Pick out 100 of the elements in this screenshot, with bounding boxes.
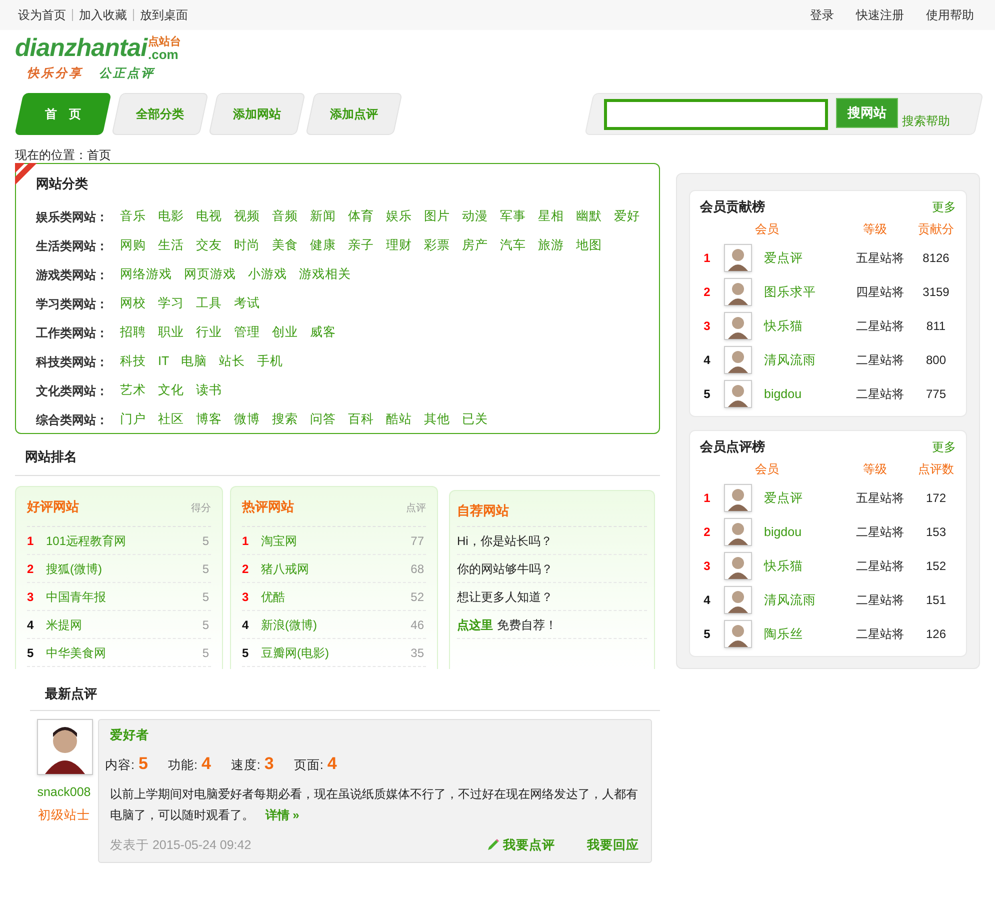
- top-link[interactable]: 登录: [810, 6, 834, 24]
- category-link[interactable]: 文化: [158, 381, 184, 400]
- category-link[interactable]: 读书: [196, 381, 222, 400]
- member-link[interactable]: 爱点评: [764, 488, 856, 508]
- category-link[interactable]: 美食: [272, 236, 298, 255]
- category-link[interactable]: 创业: [272, 323, 298, 342]
- category-link[interactable]: 行业: [196, 323, 222, 342]
- category-link[interactable]: 时尚: [234, 236, 260, 255]
- site-link[interactable]: 优酷: [261, 588, 411, 606]
- site-link[interactable]: 中国青年报: [46, 588, 202, 606]
- member-link[interactable]: 清风流雨: [764, 350, 856, 370]
- site-link[interactable]: 猪八戒网: [261, 560, 411, 578]
- member-link[interactable]: 清风流雨: [764, 590, 856, 610]
- site-link[interactable]: 搜狐(微博): [46, 560, 202, 578]
- category-link[interactable]: 视频: [234, 207, 260, 226]
- top-link[interactable]: 加入收藏: [79, 6, 127, 24]
- more-link[interactable]: 更多: [932, 438, 956, 456]
- member-link[interactable]: bigdou: [764, 522, 856, 542]
- category-link[interactable]: 生活: [158, 236, 184, 255]
- category-link[interactable]: IT: [158, 352, 170, 371]
- details-link[interactable]: 详情 »: [265, 808, 300, 822]
- member-link[interactable]: 快乐猫: [764, 316, 856, 336]
- category-link[interactable]: 星相: [538, 207, 564, 226]
- category-link[interactable]: 地图: [576, 236, 602, 255]
- category-link[interactable]: 已关: [462, 410, 488, 429]
- category-link[interactable]: 军事: [500, 207, 526, 226]
- member-link[interactable]: bigdou: [764, 384, 856, 404]
- site-link[interactable]: 中华美食网: [46, 644, 202, 662]
- category-link[interactable]: 健康: [310, 236, 336, 255]
- category-link[interactable]: 网校: [120, 294, 146, 313]
- category-link[interactable]: 微博: [234, 410, 260, 429]
- top-link[interactable]: 快速注册: [856, 6, 904, 24]
- category-link[interactable]: 搜索: [272, 410, 298, 429]
- category-link[interactable]: 新闻: [310, 207, 336, 226]
- category-link[interactable]: 博客: [196, 410, 222, 429]
- top-link[interactable]: 放到桌面: [140, 6, 188, 24]
- category-link[interactable]: 科技: [120, 352, 146, 371]
- self-recommend-link[interactable]: 点这里: [457, 616, 493, 634]
- category-link[interactable]: 小游戏: [248, 265, 287, 284]
- category-link[interactable]: 汽车: [500, 236, 526, 255]
- category-link[interactable]: 交友: [196, 236, 222, 255]
- category-link[interactable]: 理财: [386, 236, 412, 255]
- more-link[interactable]: 更多: [932, 198, 956, 216]
- category-link[interactable]: 其他: [424, 410, 450, 429]
- category-link[interactable]: 电视: [196, 207, 222, 226]
- category-link[interactable]: 动漫: [462, 207, 488, 226]
- nav-tab[interactable]: 添加点评: [306, 93, 402, 135]
- category-link[interactable]: 站长: [219, 352, 246, 371]
- category-link[interactable]: 亲子: [348, 236, 374, 255]
- category-link[interactable]: 音频: [272, 207, 298, 226]
- category-link[interactable]: 电脑: [181, 352, 208, 371]
- category-link[interactable]: 网络游戏: [120, 265, 172, 284]
- review-action-link[interactable]: 我要回应: [587, 836, 639, 855]
- nav-tab[interactable]: 添加网站: [208, 93, 306, 135]
- category-link[interactable]: 彩票: [424, 236, 450, 255]
- member-link[interactable]: 爱点评: [764, 248, 856, 268]
- category-link[interactable]: 学习: [158, 294, 184, 313]
- site-link[interactable]: 新浪(微博): [261, 616, 411, 634]
- category-link[interactable]: 旅游: [538, 236, 564, 255]
- category-link[interactable]: 社区: [158, 410, 184, 429]
- category-link[interactable]: 问答: [310, 410, 336, 429]
- search-help-link[interactable]: 搜索帮助: [902, 112, 950, 130]
- category-link[interactable]: 威客: [310, 323, 336, 342]
- category-link[interactable]: 爱好: [614, 207, 640, 226]
- site-link[interactable]: 101远程教育网: [46, 532, 202, 550]
- member-link[interactable]: 图乐求平: [764, 282, 856, 302]
- category-link[interactable]: 艺术: [120, 381, 146, 400]
- category-link[interactable]: 房产: [462, 236, 488, 255]
- top-link[interactable]: 使用帮助: [926, 6, 974, 24]
- category-link[interactable]: 网购: [120, 236, 146, 255]
- search-field[interactable]: [604, 98, 828, 130]
- category-link[interactable]: 百科: [348, 410, 374, 429]
- site-link[interactable]: 爱好者: [110, 728, 149, 742]
- category-link[interactable]: 管理: [234, 323, 260, 342]
- nav-tab[interactable]: 首 页: [14, 93, 112, 135]
- category-link[interactable]: 酷站: [386, 410, 412, 429]
- category-link[interactable]: 门户: [120, 410, 146, 429]
- site-link[interactable]: 豆瓣网(电影): [261, 644, 411, 662]
- category-link[interactable]: 体育: [348, 207, 374, 226]
- category-link[interactable]: 网页游戏: [184, 265, 236, 284]
- category-link[interactable]: 手机: [257, 352, 284, 371]
- nav-tab[interactable]: 全部分类: [112, 93, 208, 135]
- category-link[interactable]: 游戏相关: [299, 265, 351, 284]
- search-button[interactable]: 搜网站: [836, 98, 898, 128]
- user-link[interactable]: snack008: [37, 783, 91, 802]
- category-link[interactable]: 音乐: [120, 207, 146, 226]
- site-link[interactable]: 淘宝网: [261, 532, 411, 550]
- category-link[interactable]: 图片: [424, 207, 450, 226]
- review-action-link[interactable]: 我要点评: [486, 836, 555, 855]
- category-link[interactable]: 娱乐: [386, 207, 412, 226]
- member-link[interactable]: 陶乐丝: [764, 624, 856, 644]
- member-link[interactable]: 快乐猫: [764, 556, 856, 576]
- category-link[interactable]: 招聘: [120, 323, 146, 342]
- category-link[interactable]: 电影: [158, 207, 184, 226]
- site-link[interactable]: 米提网: [46, 616, 202, 634]
- category-link[interactable]: 工具: [196, 294, 222, 313]
- top-link[interactable]: 设为首页: [18, 6, 66, 24]
- category-link[interactable]: 考试: [234, 294, 260, 313]
- category-link[interactable]: 职业: [158, 323, 184, 342]
- category-link[interactable]: 幽默: [576, 207, 602, 226]
